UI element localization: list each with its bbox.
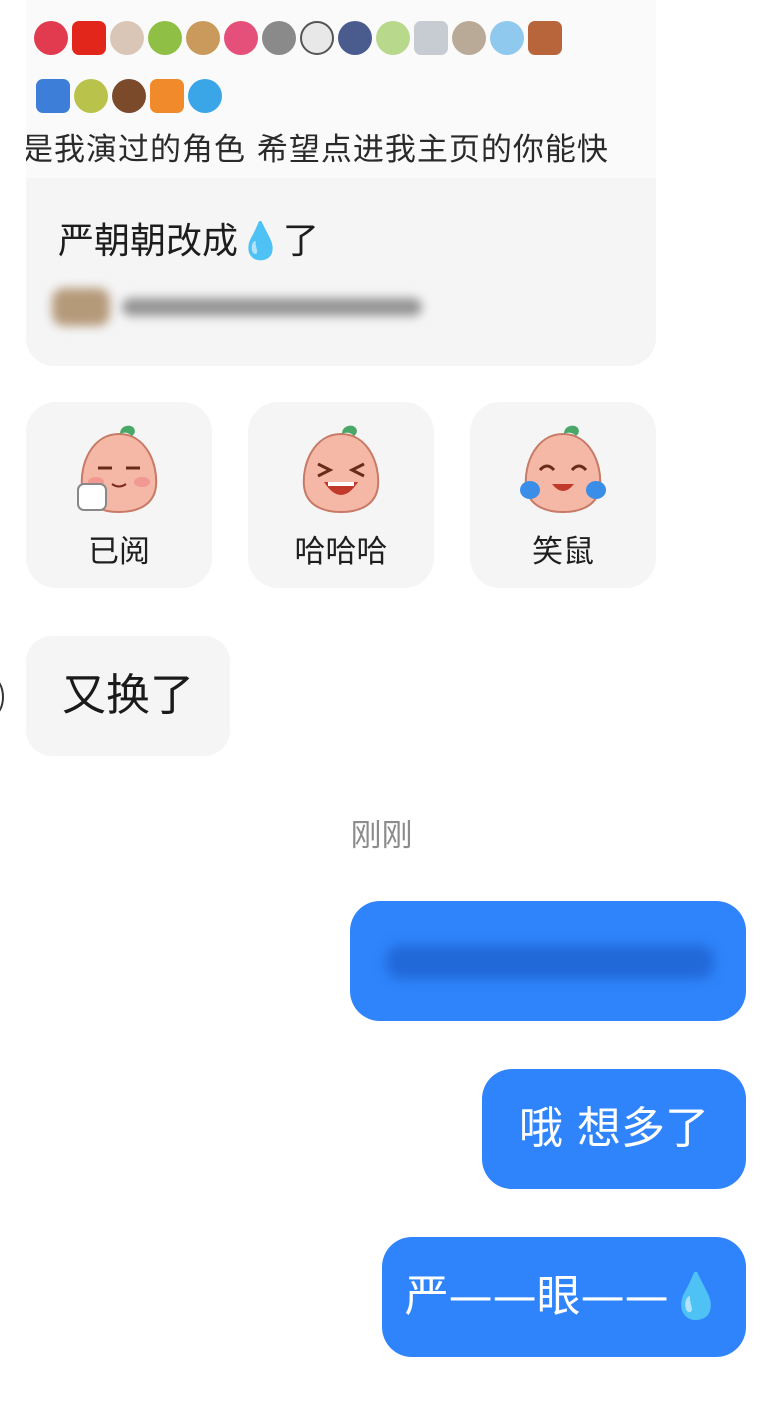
outgoing-message-bubble-blurred[interactable]	[350, 901, 746, 1021]
laugh-crying-peach-sticker-icon	[520, 425, 606, 514]
person-icon	[110, 21, 144, 55]
message-text: 严——眼——	[404, 1271, 669, 1322]
fog-icon	[414, 21, 448, 55]
dragon-icon	[148, 21, 182, 55]
quick-reply-label: 笑鼠	[532, 534, 594, 570]
blurred-message-text	[386, 945, 714, 979]
blurred-avatar	[52, 288, 110, 326]
title-suffix: 了	[282, 221, 319, 262]
outgoing-message-bubble[interactable]: 哦 想多了	[482, 1069, 746, 1189]
fairy-icon	[376, 21, 410, 55]
shared-post-card[interactable]: 是我演过的角色 希望点进我主页的你能快 严朝朝改成💧了	[26, 0, 656, 366]
quick-reply-laughing-mouse[interactable]: 笑鼠	[470, 402, 656, 588]
emoji-row-2	[36, 76, 222, 116]
message-timestamp: 刚刚	[350, 818, 413, 854]
microphone-icon	[262, 21, 296, 55]
snowflake-icon	[490, 21, 524, 55]
police-officer-icon	[338, 21, 372, 55]
contact-avatar[interactable]	[0, 678, 4, 716]
quick-reply-label: 哈哈哈	[294, 534, 388, 570]
quick-reply-hahaha[interactable]: 哈哈哈	[248, 402, 434, 588]
blurred-username	[122, 298, 422, 316]
droplet-icon: 💧	[238, 221, 283, 262]
outgoing-message-bubble[interactable]: 严——眼——💧	[382, 1237, 746, 1357]
incoming-message-bubble[interactable]: 又换了	[26, 636, 230, 756]
droplet-icon: 💧	[668, 1271, 724, 1322]
camel-icon	[186, 21, 220, 55]
sunset-icon	[150, 79, 184, 113]
keycap-1-icon	[36, 79, 70, 113]
shell-icon	[452, 21, 486, 55]
blurred-author-line	[52, 288, 432, 326]
shared-post-screenshot: 是我演过的角色 希望点进我主页的你能快	[26, 0, 656, 178]
droplet-icon	[188, 79, 222, 113]
sipping-tea-peach-sticker-icon	[77, 425, 158, 514]
quick-reply-label: 已阅	[88, 534, 150, 570]
pear-icon	[74, 79, 108, 113]
tulip-icon	[224, 21, 258, 55]
quick-reply-read[interactable]: 已阅	[26, 402, 212, 588]
lips-icon	[34, 21, 68, 55]
person-hair-icon	[112, 79, 146, 113]
title-text: 严朝朝改成	[58, 221, 239, 262]
profile-bio-text: 是我演过的角色 希望点进我主页的你能快	[26, 132, 609, 168]
emoji-row-1	[34, 18, 562, 58]
china-flag-icon	[72, 21, 106, 55]
circled-11-icon	[300, 21, 334, 55]
book-icon	[528, 21, 562, 55]
shared-post-title: 严朝朝改成💧了	[58, 212, 319, 264]
laughing-peach-sticker-icon	[302, 425, 380, 514]
